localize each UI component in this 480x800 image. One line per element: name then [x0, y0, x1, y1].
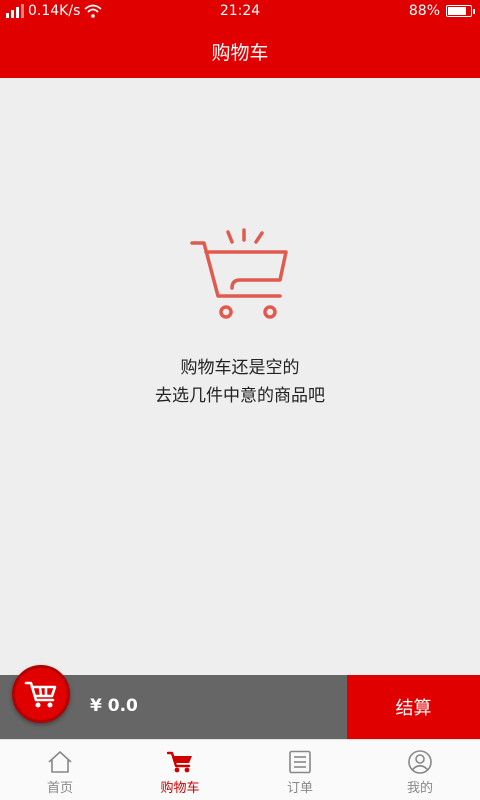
- empty-message-line1: 购物车还是空的: [180, 358, 300, 378]
- tab-orders[interactable]: 订单: [240, 740, 360, 800]
- tab-profile[interactable]: 我的: [360, 740, 480, 800]
- status-bar: 0.14K/s 21:24 88%: [0, 0, 480, 24]
- battery-percent: 88%: [408, 3, 440, 19]
- home-icon: [48, 751, 72, 773]
- empty-cart-message: 购物车还是空的 去选几件中意的商品吧: [0, 354, 480, 410]
- cart-icon: [24, 681, 57, 708]
- tab-cart[interactable]: 购物车: [120, 740, 240, 800]
- cart-icon: [167, 751, 192, 773]
- status-right: 88%: [408, 3, 475, 19]
- tab-cart-label: 购物车: [160, 781, 200, 796]
- app-header: 购物车: [0, 24, 480, 78]
- battery-icon: [446, 5, 475, 17]
- bottom-tab-bar: 首页 购物车 订单 我的: [0, 739, 480, 800]
- tab-home-label: 首页: [46, 781, 73, 796]
- tab-orders-label: 订单: [286, 781, 313, 796]
- user-icon: [408, 750, 432, 774]
- empty-cart-icon: [190, 228, 288, 319]
- empty-message-line2: 去选几件中意的商品吧: [155, 386, 325, 406]
- floating-cart-button[interactable]: [12, 665, 70, 723]
- order-list-icon: [289, 750, 311, 774]
- checkout-button[interactable]: 结算: [347, 675, 480, 739]
- total-price: ¥ 0.0: [90, 696, 138, 716]
- battery-level: [448, 7, 466, 15]
- empty-cart-state: 购物车还是空的 去选几件中意的商品吧: [0, 78, 480, 675]
- tab-home[interactable]: 首页: [0, 740, 120, 800]
- page-title: 购物车: [211, 41, 269, 64]
- checkout-bar: ¥ 0.0 结算: [0, 675, 480, 739]
- tab-profile-label: 我的: [406, 781, 433, 796]
